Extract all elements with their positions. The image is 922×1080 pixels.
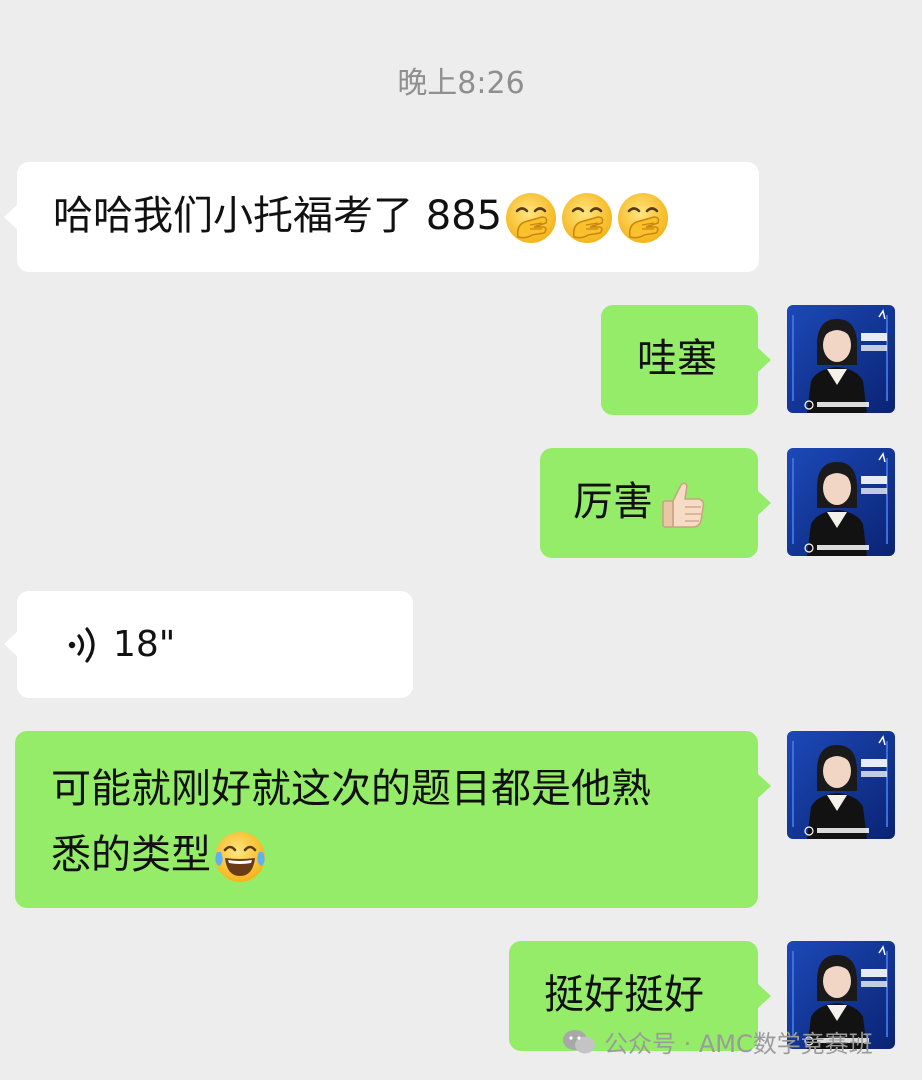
tears-of-joy-emoji	[213, 830, 267, 884]
message-bubble-outgoing[interactable]: 哇塞	[601, 305, 771, 415]
message-text: 厉害	[573, 479, 653, 525]
hand-over-mouth-emoji	[504, 191, 558, 245]
bubble-tail	[757, 773, 771, 799]
message-text-line: 悉的类型	[51, 832, 211, 878]
bubble-tail	[757, 347, 771, 373]
wechat-logo-icon	[563, 1029, 595, 1053]
hand-over-mouth-emoji	[560, 191, 614, 245]
bubble-tail	[757, 490, 771, 516]
watermark: 公众号 · AMC数学竞赛班	[562, 1024, 873, 1059]
hand-over-mouth-emoji	[616, 191, 670, 245]
chat-timestamp: 晚上8:26	[397, 66, 525, 101]
message-text: 挺好挺好	[544, 972, 704, 1018]
bubble-tail	[757, 983, 771, 1009]
voice-duration: 18"	[113, 624, 176, 665]
bubble-tail	[4, 204, 18, 230]
voice-message-bubble[interactable]: 18"	[4, 591, 413, 698]
watermark-text: 公众号 · AMC数学竞赛班	[604, 1030, 873, 1058]
sender-avatar[interactable]	[787, 305, 895, 413]
message-text-line: 可能就刚好就这次的题目都是他熟	[51, 766, 651, 812]
sender-avatar[interactable]	[787, 448, 895, 556]
message-bubble-outgoing[interactable]: 可能就刚好就这次的题目都是他熟 悉的类型	[15, 731, 771, 908]
voice-wave-icon	[68, 627, 95, 663]
message-text: 哇塞	[637, 336, 717, 382]
thumbs-up-emoji	[655, 477, 709, 531]
message-bubble-incoming[interactable]: 哈哈我们小托福考了 885	[4, 162, 759, 272]
message-text: 哈哈我们小托福考了 885	[53, 193, 503, 239]
sender-avatar[interactable]	[787, 731, 895, 839]
bubble-tail	[4, 631, 18, 657]
message-bubble-outgoing[interactable]: 厉害	[540, 448, 771, 558]
